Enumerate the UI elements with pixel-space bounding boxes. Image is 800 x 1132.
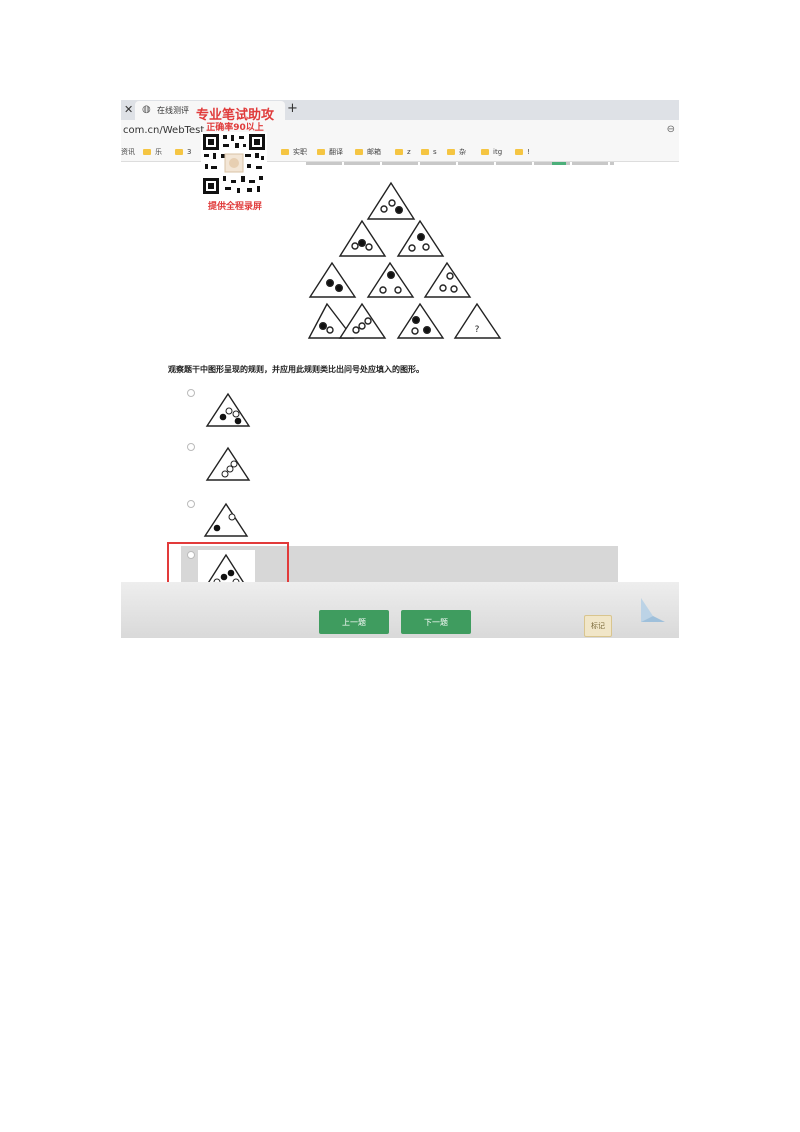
folder-icon — [481, 149, 489, 155]
new-tab-icon[interactable]: + — [287, 101, 298, 116]
next-question-button[interactable]: 下一题 — [401, 610, 471, 634]
bookmark-item[interactable]: z — [395, 146, 411, 158]
pyramid-cell — [396, 219, 445, 257]
bookmark-item[interactable]: 资讯 — [121, 146, 135, 158]
puzzle-figure: ? — [307, 181, 502, 339]
watermark-line: 提供全程录屏 — [207, 202, 262, 212]
option-a-figure[interactable] — [205, 392, 251, 428]
option-a-radio[interactable] — [187, 389, 195, 397]
folder-icon — [421, 149, 429, 155]
folder-icon — [395, 149, 403, 155]
tab-title: 在线测评 — [157, 106, 189, 115]
app-logo-icon — [641, 598, 665, 622]
close-icon[interactable]: ✕ — [124, 103, 133, 116]
pyramid-cell — [423, 261, 472, 298]
pyramid-cell — [338, 219, 387, 257]
folder-icon — [143, 149, 151, 155]
option-b-figure[interactable] — [205, 446, 251, 482]
folder-icon — [515, 149, 523, 155]
folder-icon — [281, 149, 289, 155]
zoom-icon[interactable]: ⊖ — [667, 124, 675, 135]
question-progress-strip — [306, 162, 614, 165]
current-question-marker — [552, 162, 566, 165]
watermark: 专业笔试助攻 正确率90以上 提供全程录屏 — [191, 102, 279, 212]
folder-icon — [175, 149, 183, 155]
screenshot: ✕ ◍ 在线测评 + com.cn/WebTest ⊖ 资讯 乐 3 实职 翻译… — [121, 100, 679, 638]
bookmark-item[interactable]: 实职 — [281, 146, 307, 158]
question-prompt: 观察题干中图形呈现的规则，并应用此规则类比出问号处应填入的图形。 — [168, 365, 424, 374]
pyramid-cell — [396, 302, 445, 339]
folder-icon — [355, 149, 363, 155]
globe-icon: ◍ — [142, 104, 151, 115]
pyramid-cell — [366, 181, 416, 220]
bookmark-item[interactable]: s — [421, 146, 437, 158]
bookmark-item[interactable]: 邮箱 — [355, 146, 381, 158]
bookmark-item[interactable]: 3 — [175, 146, 191, 158]
question-mark: ? — [475, 325, 480, 335]
bookmark-item[interactable]: 乐 — [143, 146, 162, 158]
option-b-radio[interactable] — [187, 443, 195, 451]
qr-code — [201, 132, 267, 196]
bookmark-item[interactable]: ! — [515, 146, 530, 158]
option-c-radio[interactable] — [187, 500, 195, 508]
pyramid-cell — [366, 261, 415, 298]
bookmark-item[interactable]: itg — [481, 146, 502, 158]
bookmark-item[interactable]: 翻译 — [317, 146, 343, 158]
mark-button[interactable]: 标记 — [584, 615, 612, 637]
bookmark-item[interactable]: 杂 — [447, 146, 466, 158]
prev-question-button[interactable]: 上一题 — [319, 610, 389, 634]
pyramid-cell — [308, 261, 357, 298]
pyramid-cell — [338, 302, 387, 339]
option-c-figure[interactable] — [203, 502, 249, 538]
folder-icon — [447, 149, 455, 155]
folder-icon — [317, 149, 325, 155]
